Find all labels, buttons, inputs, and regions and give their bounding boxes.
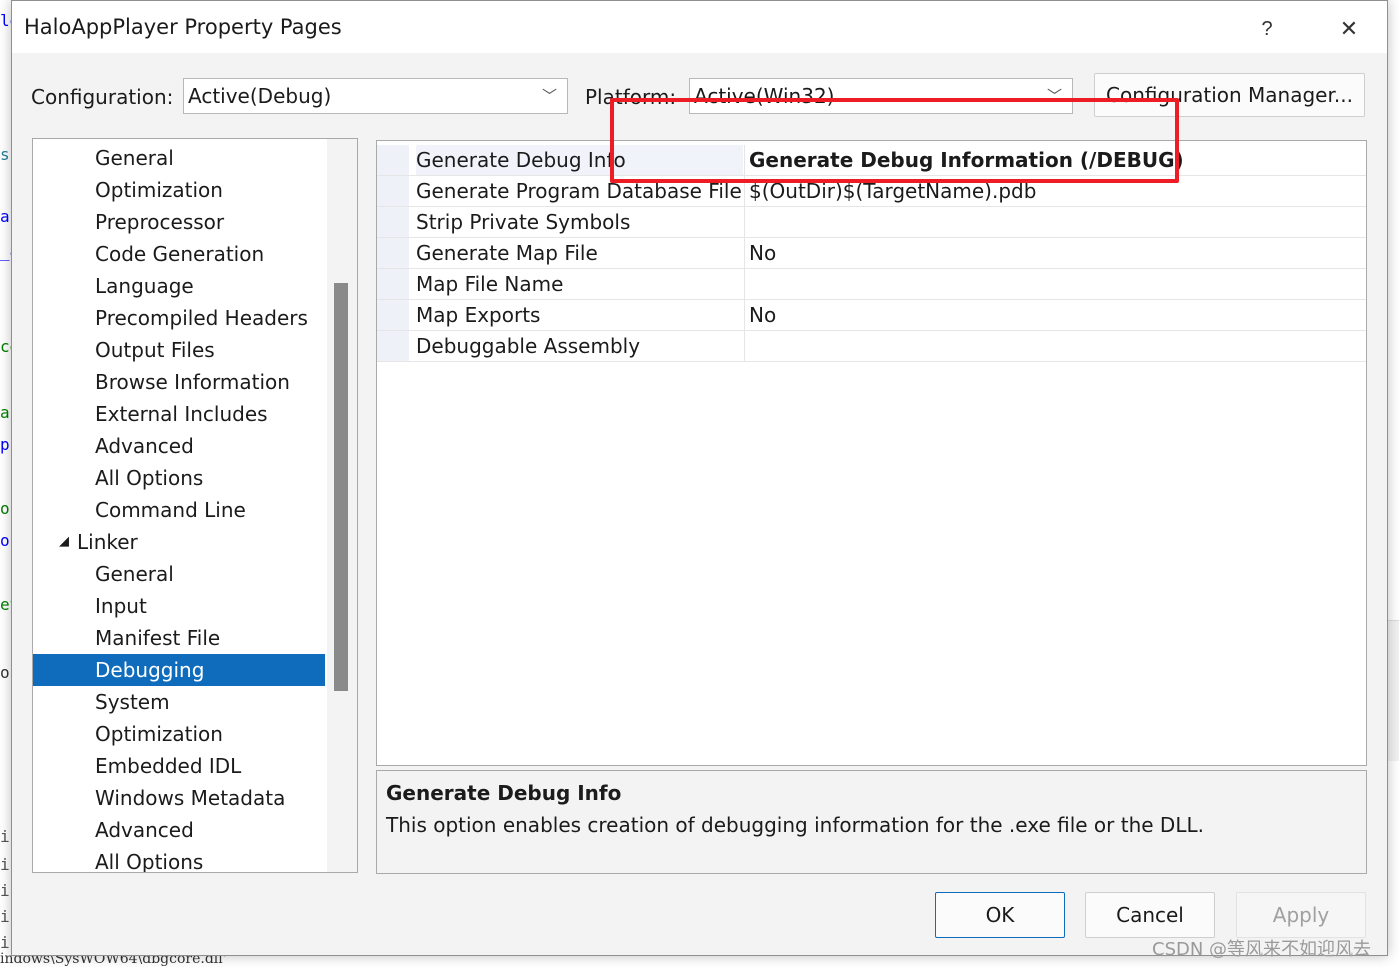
column-separator <box>744 300 745 330</box>
tree-item[interactable]: Debugging <box>33 654 325 686</box>
configuration-label: Configuration: <box>31 85 174 109</box>
tree-item-label: System <box>95 690 170 714</box>
annotation-highlight-box <box>610 98 1179 183</box>
column-separator <box>744 207 745 237</box>
property-row-gutter <box>377 331 409 361</box>
tree-item-label: Precompiled Headers <box>95 306 308 330</box>
description-title: Generate Debug Info <box>386 781 622 805</box>
tree-item-label: General <box>95 146 174 170</box>
tree-item-label: Debugging <box>95 658 205 682</box>
column-separator <box>744 238 745 268</box>
tree-item[interactable]: System <box>33 686 325 718</box>
column-separator <box>744 331 745 361</box>
property-row-gutter <box>377 238 409 268</box>
property-row[interactable]: Strip Private Symbols <box>377 207 1366 238</box>
tree-item[interactable]: Optimization <box>33 174 325 206</box>
chevron-down-icon: ﹀ <box>541 87 557 105</box>
property-row-gutter <box>377 207 409 237</box>
property-row[interactable]: Debuggable Assembly <box>377 331 1366 362</box>
tree-item[interactable]: Preprocessor <box>33 206 325 238</box>
property-row-gutter <box>377 176 409 206</box>
close-button[interactable]: ✕ <box>1318 9 1380 49</box>
tree-item[interactable]: Command Line <box>33 494 325 526</box>
tree-item-label: Command Line <box>95 498 246 522</box>
tree-item-label: Optimization <box>95 178 223 202</box>
tree-item[interactable]: All Options <box>33 846 325 873</box>
title-bar: HaloAppPlayer Property Pages ? ✕ <box>12 1 1387 53</box>
tree-item[interactable]: Output Files <box>33 334 325 366</box>
property-name: Map File Name <box>416 272 564 296</box>
tree-group-linker[interactable]: ◢ Linker <box>33 526 325 558</box>
tree-scrollbar-thumb[interactable] <box>334 283 348 691</box>
tree-item[interactable]: Input <box>33 590 325 622</box>
tree-item-label: Embedded IDL <box>95 754 242 778</box>
property-name: Generate Map File <box>416 241 598 265</box>
column-separator <box>744 269 745 299</box>
tree-item-label: Windows Metadata <box>95 786 286 810</box>
tree-item[interactable]: Advanced <box>33 430 325 462</box>
property-row[interactable]: Map File Name <box>377 269 1366 300</box>
tree-item-label: Advanced <box>95 434 194 458</box>
description-text: This option enables creation of debuggin… <box>386 813 1204 837</box>
watermark: CSDN @等风来不如迎风去 <box>1152 939 1372 960</box>
property-row-gutter <box>377 269 409 299</box>
tree-item-label: Input <box>95 594 147 618</box>
tree-item-label: External Includes <box>95 402 268 426</box>
tree-item-label: General <box>95 562 174 586</box>
apply-button[interactable]: Apply <box>1236 892 1366 938</box>
tree-item-label: All Options <box>95 466 204 490</box>
tree-item[interactable]: General <box>33 558 325 590</box>
tree-item[interactable]: General <box>33 142 325 174</box>
tree-item[interactable]: Optimization <box>33 718 325 750</box>
property-row-gutter <box>377 145 409 175</box>
property-name: Strip Private Symbols <box>416 210 631 234</box>
tree-item[interactable]: Language <box>33 270 325 302</box>
tree-item-label: Optimization <box>95 722 223 746</box>
tree-item[interactable]: Advanced <box>33 814 325 846</box>
tree-item-label: Output Files <box>95 338 215 362</box>
tree-item[interactable]: Embedded IDL <box>33 750 325 782</box>
dialog-title: HaloAppPlayer Property Pages <box>24 15 342 39</box>
tree-item[interactable]: All Options <box>33 462 325 494</box>
property-row[interactable]: Map Exports No <box>377 300 1366 331</box>
category-tree: General Optimization Preprocessor Code Gene… <box>32 138 358 873</box>
tree-item[interactable]: External Includes <box>33 398 325 430</box>
tree-item-label: Language <box>95 274 194 298</box>
tree-item-label: Linker <box>77 530 138 554</box>
description-panel: Generate Debug Info This option enables … <box>376 770 1367 874</box>
property-name: Map Exports <box>416 303 541 327</box>
tree-item-label: Code Generation <box>95 242 265 266</box>
tree-scrollbar[interactable] <box>327 139 357 872</box>
cancel-button[interactable]: Cancel <box>1085 892 1215 938</box>
tree-item-label: All Options <box>95 850 204 873</box>
property-name: Debuggable Assembly <box>416 334 641 358</box>
expand-triangle-icon[interactable]: ◢ <box>59 526 69 558</box>
tree-item[interactable]: Manifest File <box>33 622 325 654</box>
tree-item[interactable]: Browse Information <box>33 366 325 398</box>
tree-item-label: Browse Information <box>95 370 290 394</box>
property-value[interactable]: No <box>749 300 776 330</box>
ok-button[interactable]: OK <box>935 892 1065 938</box>
configuration-value: Active(Debug) <box>188 84 332 108</box>
tree-item-label: Preprocessor <box>95 210 225 234</box>
tree-item[interactable]: Precompiled Headers <box>33 302 325 334</box>
property-row-gutter <box>377 300 409 330</box>
tree-item-label: Manifest File <box>95 626 221 650</box>
help-button[interactable]: ? <box>1236 9 1298 49</box>
property-grid: Generate Debug Info Generate Debug Inform… <box>376 140 1367 766</box>
configuration-select[interactable]: Active(Debug) ﹀ <box>183 78 568 114</box>
property-row[interactable]: Generate Map File No <box>377 238 1366 269</box>
background-right-panel <box>1387 620 1399 761</box>
tree-item[interactable]: Code Generation <box>33 238 325 270</box>
property-value[interactable]: No <box>749 238 776 268</box>
tree-item-label: Advanced <box>95 818 194 842</box>
tree-item[interactable]: Windows Metadata <box>33 782 325 814</box>
